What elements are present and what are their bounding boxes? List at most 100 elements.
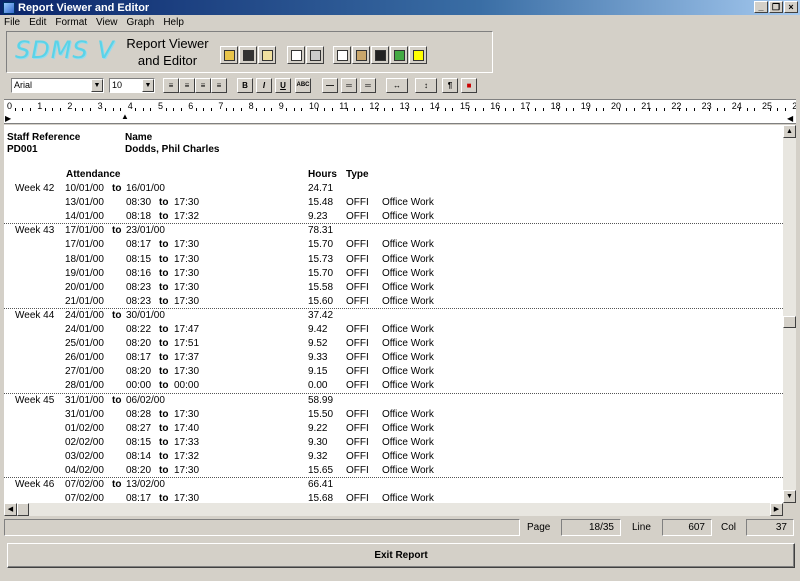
scroll-up-button[interactable]: ▲ [783, 125, 796, 138]
find-button[interactable] [371, 46, 389, 64]
type-description: Office Work [382, 422, 434, 434]
report-view[interactable]: Staff Reference Name PD001 Dodds, Phil C… [4, 125, 783, 503]
line-single-button[interactable]: — [322, 78, 338, 93]
line-border-button[interactable]: ═ [360, 78, 376, 93]
ruler-tick [120, 108, 122, 111]
vertical-scrollbar[interactable]: ▲ ▼ [783, 125, 796, 503]
ruler-tick [626, 108, 627, 111]
underline-button[interactable]: U [275, 78, 291, 93]
vertical-scroll-thumb[interactable] [783, 316, 796, 328]
type-description: Office Work [382, 253, 434, 265]
entry-start: 08:20 [126, 366, 152, 378]
size-select[interactable]: 10 ▼ [109, 78, 155, 93]
scroll-right-button[interactable]: ▶ [770, 503, 783, 516]
status-message [4, 519, 520, 536]
line-double-button[interactable]: ═ [341, 78, 357, 93]
ruler-number: 1 [37, 101, 43, 111]
week-label: Week 42 [15, 183, 55, 194]
week-label: Week 46 [15, 479, 55, 491]
strikethrough-button[interactable]: ABC [295, 78, 311, 93]
ruler-tick [293, 108, 295, 111]
to-keyword: to [159, 267, 169, 279]
print-preview-button[interactable] [287, 46, 305, 64]
minimize-button[interactable]: _ [754, 1, 768, 13]
restore-button[interactable]: ❐ [769, 1, 783, 13]
color-button[interactable]: ■ [461, 78, 477, 93]
staff-ref-label: Staff Reference [7, 132, 81, 143]
align-right-button[interactable]: ≡ [195, 78, 211, 93]
help-button[interactable] [409, 46, 427, 64]
ruler-tick [497, 108, 499, 111]
title-bar: Report Viewer and Editor _ ❐ × [0, 0, 800, 15]
menu-format[interactable]: Format [55, 17, 87, 28]
tab-stop-marker[interactable]: ▲ [121, 112, 129, 121]
attendance-row: 13/01/00 08:30 to 17:30 15.48 OFFI Office Work [4, 196, 783, 210]
attendance-row: 31/01/00 08:28 to 17:30 15.50 OFFI Office Work [4, 408, 783, 422]
week-label: Week 44 [15, 309, 55, 321]
hours-value: 78.31 [308, 225, 334, 237]
hours-value: 9.22 [308, 422, 328, 434]
type-value: OFFI [346, 211, 369, 223]
copy-button[interactable] [333, 46, 351, 64]
ruler-tick [29, 108, 31, 111]
ruler-tick [74, 108, 76, 111]
ruler-number: 19 [580, 101, 591, 111]
type-description: Office Work [382, 324, 434, 335]
graph-button[interactable] [390, 46, 408, 64]
exit-report-button[interactable]: Exit Report [7, 543, 795, 568]
italic-button[interactable]: I [256, 78, 272, 93]
entry-end: 17:32 [174, 450, 200, 462]
bold-button[interactable]: B [237, 78, 253, 93]
menu-view[interactable]: View [96, 17, 118, 28]
hours-value: 9.15 [308, 366, 328, 378]
ruler-number: 7 [218, 101, 224, 111]
to-keyword: to [112, 309, 122, 321]
print-button[interactable] [306, 46, 324, 64]
attendance-row: 04/02/00 08:20 to 17:30 15.65 OFFI Office Work [4, 464, 783, 478]
entry-date: 27/01/00 [65, 366, 104, 378]
envelope-icon [261, 49, 273, 61]
ruler-tick [686, 108, 688, 111]
paste-icon [355, 49, 367, 61]
col-label: Col [721, 522, 737, 533]
ruler-tick [437, 108, 439, 111]
ruler-tick [784, 108, 786, 111]
size-dropdown-arrow[interactable]: ▼ [142, 79, 154, 92]
row-height-button[interactable]: ↕ [415, 78, 437, 93]
menu-graph[interactable]: Graph [127, 17, 155, 28]
font-select[interactable]: Arial ▼ [11, 78, 104, 93]
scroll-down-button[interactable]: ▼ [783, 490, 796, 503]
menu-edit[interactable]: Edit [29, 17, 46, 28]
right-margin-marker[interactable]: ◀ [787, 114, 793, 123]
ruler[interactable]: ▶ ▲ ◀ 0 1 2 3 4 5 6 7 8 9 10 11 12 13 14 15 16 17 18 19 20 21… [4, 99, 796, 124]
close-button[interactable]: × [784, 1, 798, 13]
entry-end: 17:51 [174, 338, 200, 350]
menu-file[interactable]: File [4, 17, 20, 28]
hours-value: 0.00 [308, 380, 328, 392]
ruler-tick [444, 108, 446, 111]
horizontal-scroll-thumb[interactable] [17, 503, 29, 516]
attendance-row: 14/01/00 08:18 to 17:32 9.23 OFFI Office Work [4, 210, 783, 224]
ruler-number: 21 [641, 101, 652, 111]
week-summary-row: Week 45 31/01/00 to 06/02/00 58.99 [4, 394, 783, 408]
paragraph-button[interactable]: ¶ [442, 78, 458, 93]
ruler-tick [225, 108, 227, 111]
open-button[interactable] [220, 46, 238, 64]
align-center-button[interactable]: ≡ [179, 78, 195, 93]
scroll-left-button[interactable]: ◀ [4, 503, 17, 516]
to-keyword: to [159, 295, 169, 307]
left-margin-marker[interactable]: ▶ [5, 114, 11, 123]
mail-button[interactable] [258, 46, 276, 64]
align-left-button[interactable]: ≡ [163, 78, 179, 93]
paste-button[interactable] [352, 46, 370, 64]
attendance-row: 03/02/00 08:14 to 17:32 9.32 OFFI Office Work [4, 450, 783, 464]
save-button[interactable] [239, 46, 257, 64]
justify-button[interactable]: ≡ [211, 78, 227, 93]
window-title: Report Viewer and Editor [18, 1, 150, 14]
type-header: Type [346, 169, 369, 180]
menu-help[interactable]: Help [163, 17, 184, 28]
horizontal-scrollbar[interactable]: ◀ ▶ [4, 503, 783, 516]
font-dropdown-arrow[interactable]: ▼ [91, 79, 103, 92]
column-width-button[interactable]: ↔ [386, 78, 408, 93]
entry-end: 17:37 [174, 352, 200, 364]
